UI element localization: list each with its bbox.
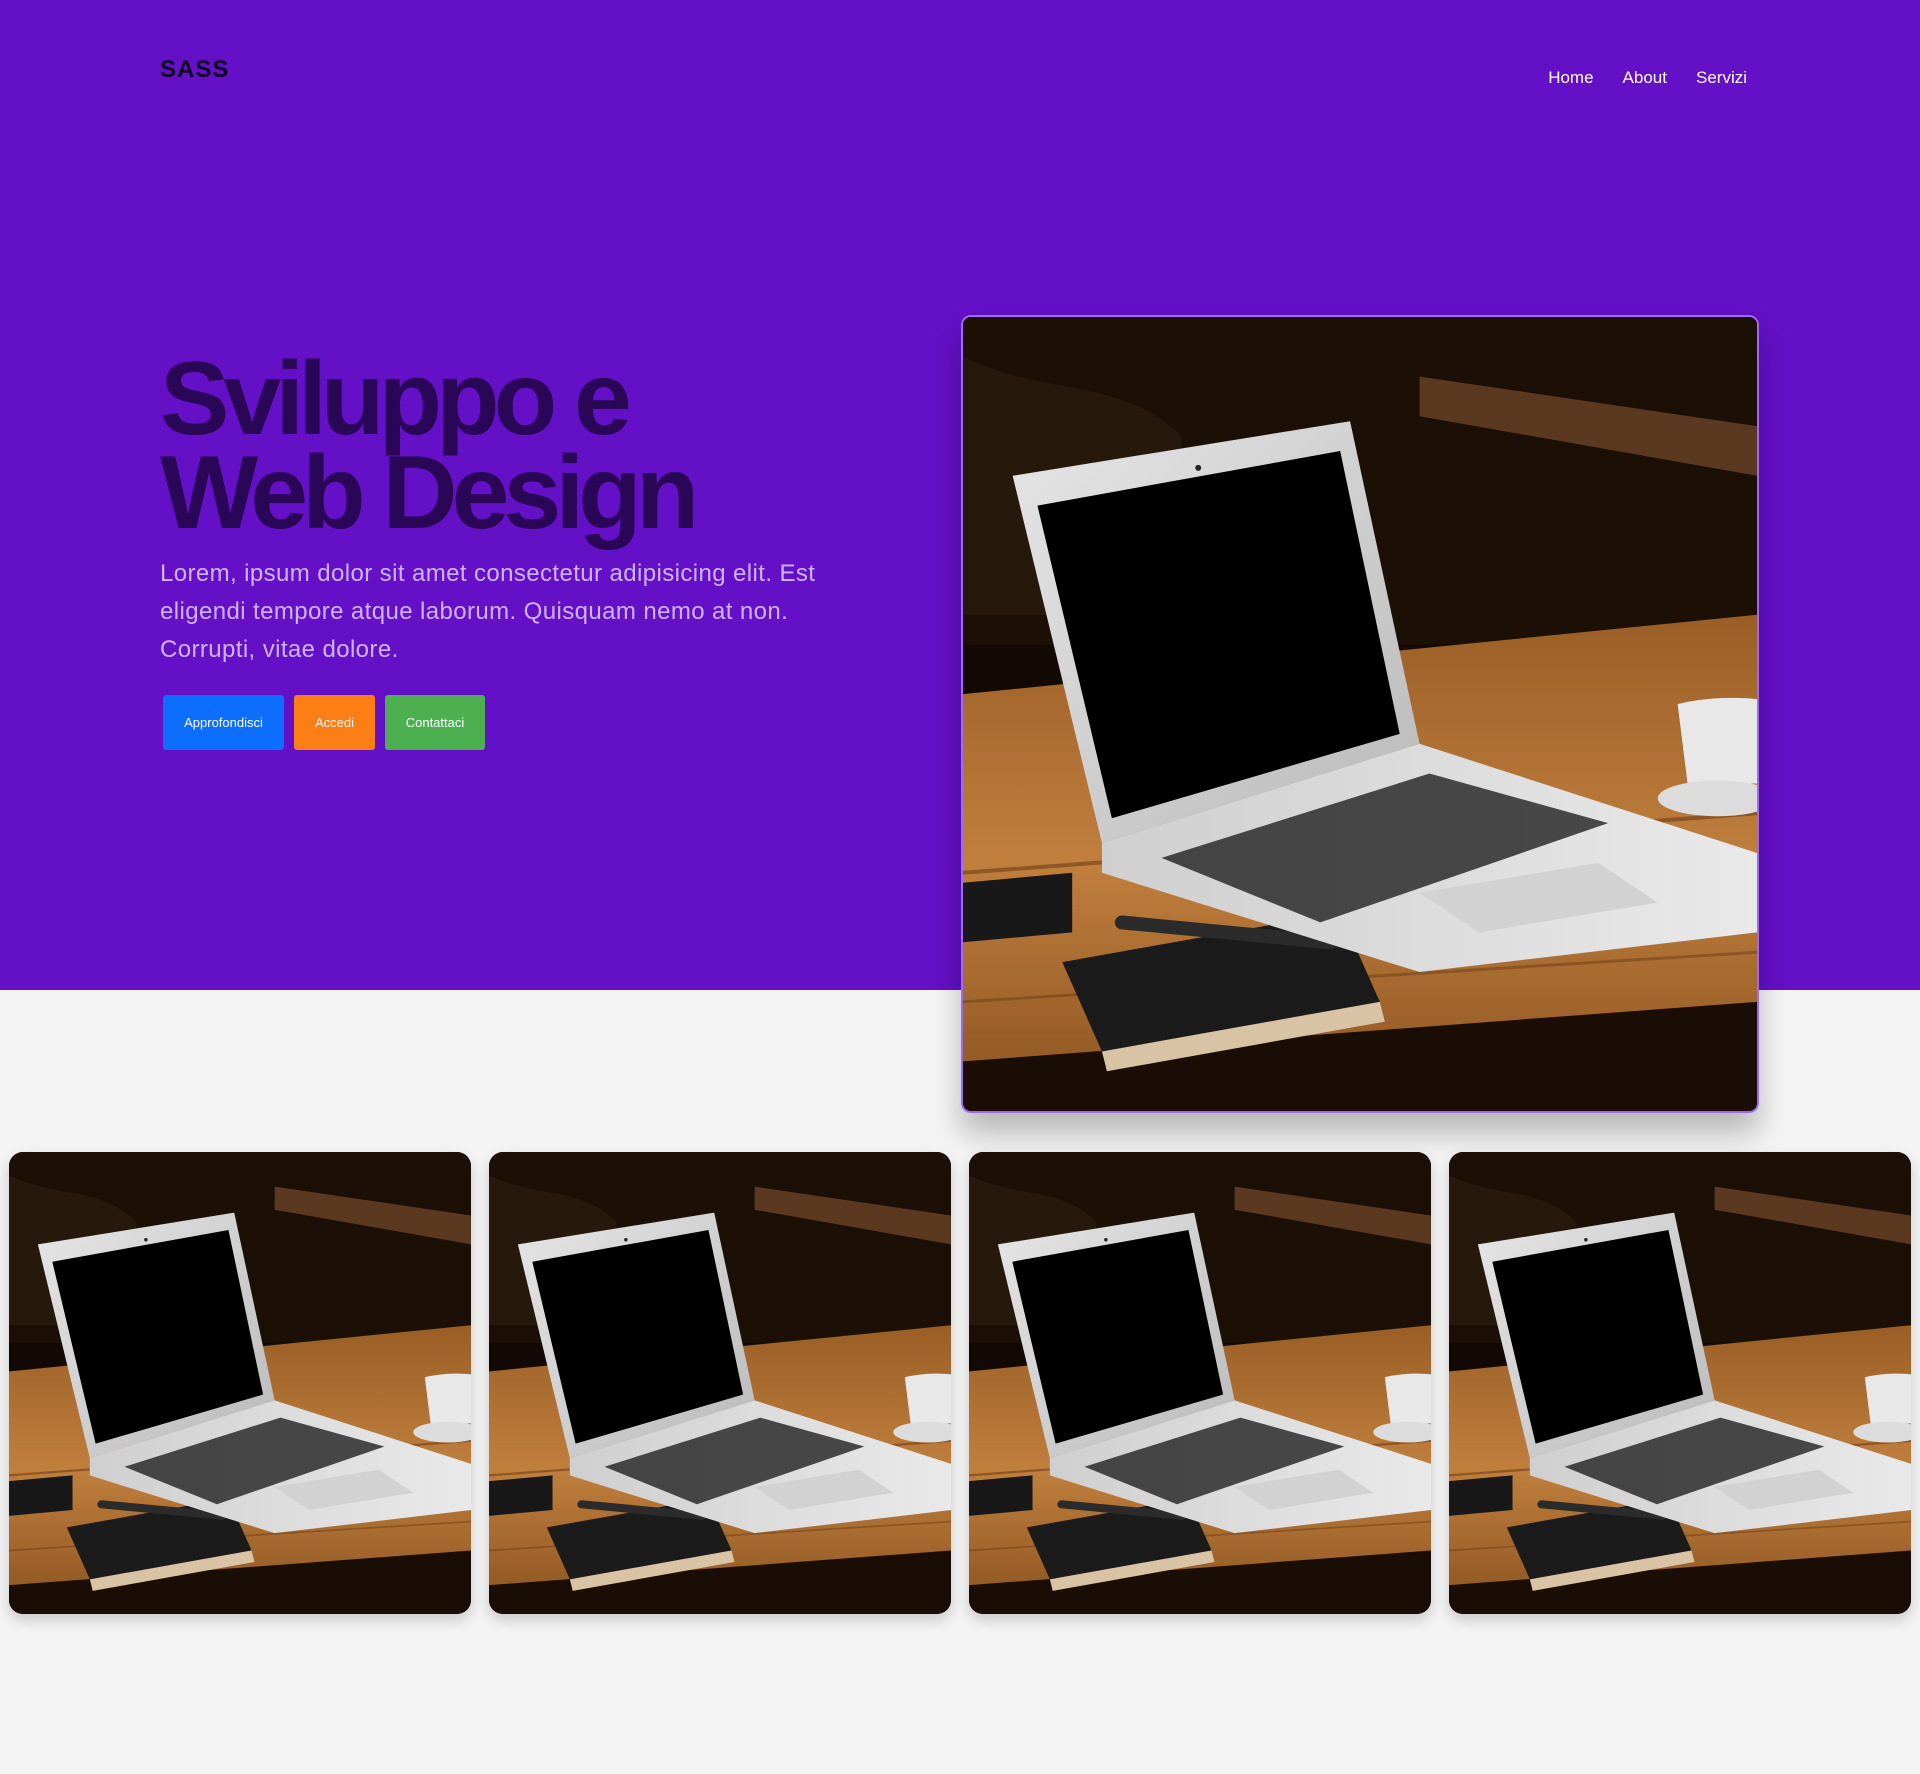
laptop-photo xyxy=(9,1152,471,1614)
image-gallery xyxy=(9,1152,1911,1614)
laptop-photo xyxy=(969,1152,1431,1614)
nav-link-about[interactable]: About xyxy=(1623,68,1667,88)
gallery-card-1[interactable] xyxy=(9,1152,471,1614)
main-nav: Home About Servizi xyxy=(1548,68,1747,88)
gallery-card-3[interactable] xyxy=(969,1152,1431,1614)
nav-link-servizi[interactable]: Servizi xyxy=(1696,68,1747,88)
hero-buttons: Approfondisci Accedi Contattaci xyxy=(163,695,485,750)
logo[interactable]: SASS xyxy=(160,56,229,84)
laptop-photo xyxy=(1449,1152,1911,1614)
nav-link-home[interactable]: Home xyxy=(1548,68,1593,88)
contattaci-button[interactable]: Contattaci xyxy=(385,695,485,750)
gallery-card-4[interactable] xyxy=(1449,1152,1911,1614)
hero-title: Sviluppo e Web Design xyxy=(160,347,860,545)
accedi-button[interactable]: Accedi xyxy=(294,695,375,750)
laptop-photo xyxy=(489,1152,951,1614)
hero-laptop-image xyxy=(961,315,1759,1113)
gallery-card-2[interactable] xyxy=(489,1152,951,1614)
laptop-photo xyxy=(963,317,1757,1111)
hero-title-line-2: Web Design xyxy=(160,435,699,551)
approfondisci-button[interactable]: Approfondisci xyxy=(163,695,284,750)
hero-description: Lorem, ipsum dolor sit amet consectetur … xyxy=(160,560,816,663)
